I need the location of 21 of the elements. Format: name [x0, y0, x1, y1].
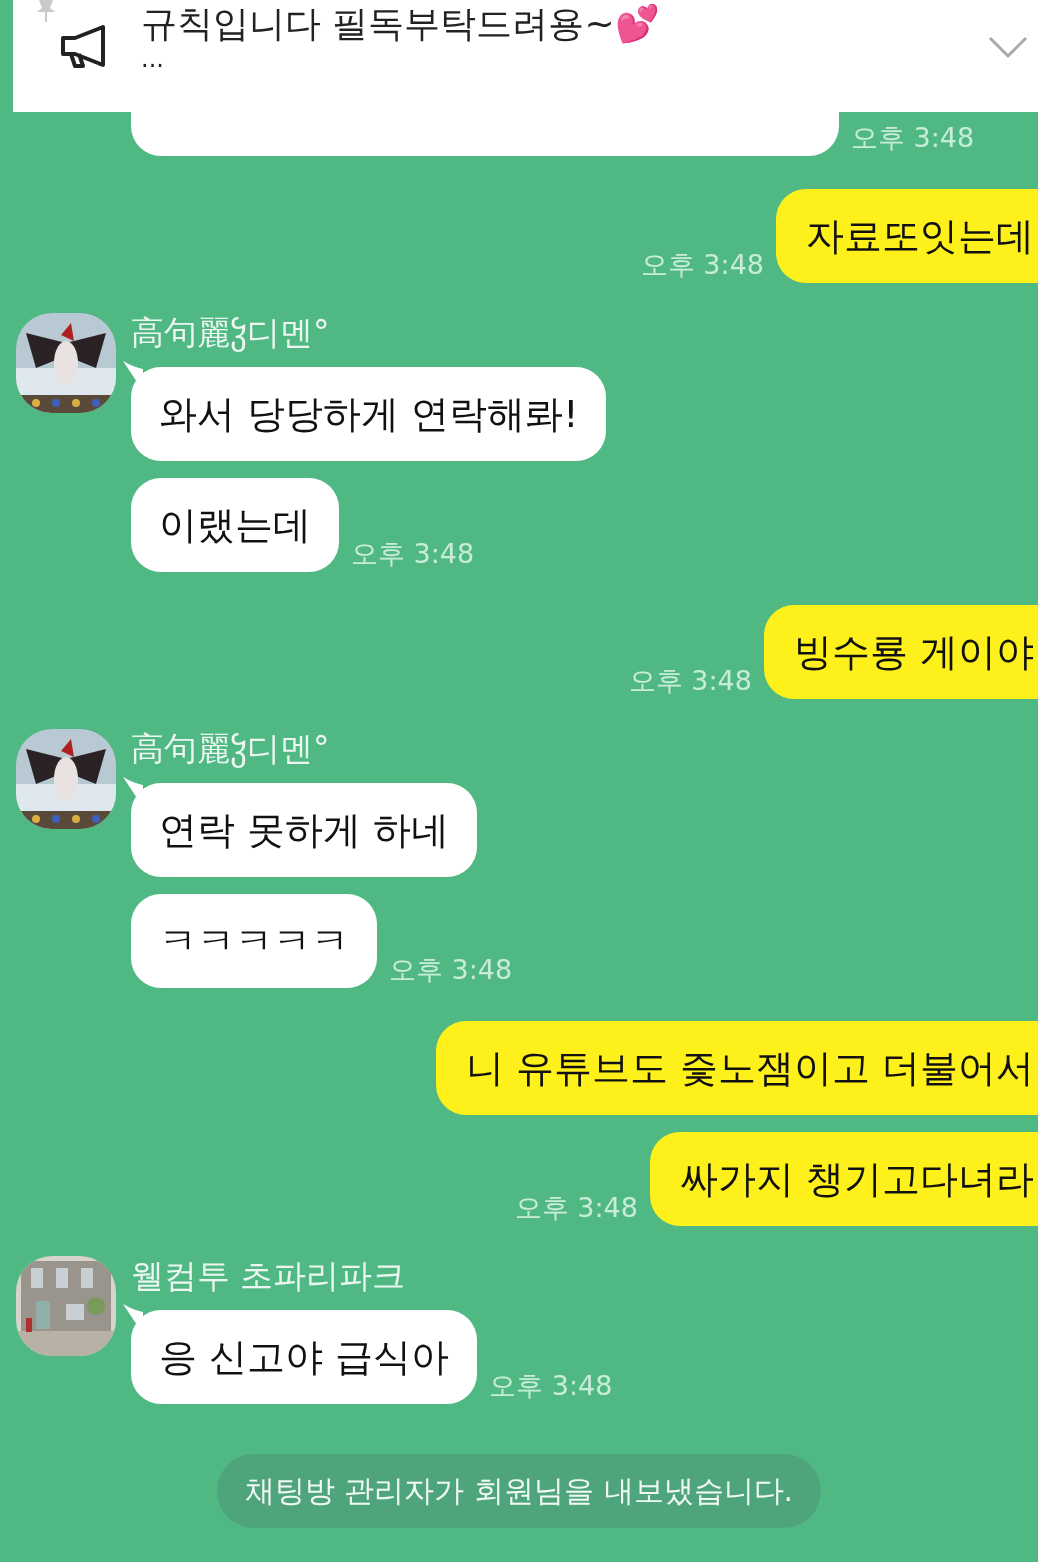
- message-time: 오후 3:48: [628, 665, 752, 697]
- message-time: 오후 3:48: [389, 954, 513, 986]
- message-bubble: 니 유튜브도 즟노잼이고 더불어서: [435, 1021, 1038, 1115]
- sender-name: 高句麗ჴ디멘°: [131, 729, 330, 769]
- sender-name: 웰컴투 초파리파크: [131, 1256, 406, 1296]
- system-message: 채팅방 관리자가 회원님을 내보냈습니다.: [216, 1454, 822, 1528]
- message-time: 오후 3:48: [489, 1370, 613, 1402]
- sender-name: 高句麗ჴ디멘°: [131, 313, 330, 353]
- message-time: 오후 3:48: [640, 249, 764, 281]
- message-bubble: 빙수룡 게이야: [763, 605, 1038, 699]
- message-time: 오후 3:48: [851, 122, 975, 154]
- message-time: 오후 3:48: [514, 1192, 638, 1224]
- message-bubble: 자료또잇는데: [776, 189, 1038, 283]
- chevron-down-icon[interactable]: [988, 35, 1028, 59]
- message-bubble: ㅋㅋㅋㅋㅋ: [131, 894, 377, 988]
- message-bubble: 이랬는데: [131, 478, 339, 572]
- message-time: 오후 3:48: [351, 538, 475, 570]
- more-ellipsis: ...: [141, 46, 165, 72]
- notice-text: 규칙입니다 필독부탁드려용~💕: [141, 2, 660, 46]
- notice-banner[interactable]: 규칙입니다 필독부탁드려용~💕 ...: [13, 0, 1038, 112]
- message-bubble: 싸가지 챙기고다녀라: [649, 1132, 1038, 1226]
